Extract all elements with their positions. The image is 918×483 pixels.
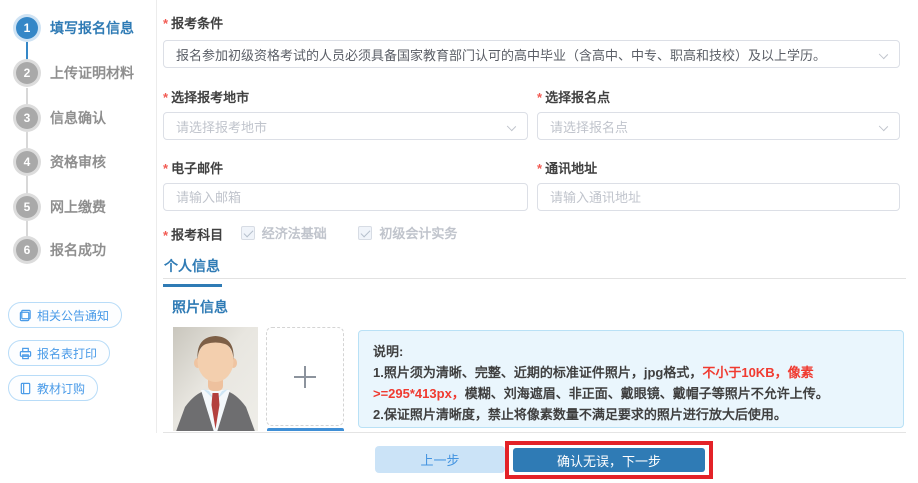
notice-button[interactable]: 相关公告通知 [8,302,122,328]
required-asterisk: * [537,161,542,176]
city-select[interactable]: 请选择报考地市 [163,112,528,140]
site-select-placeholder: 请选择报名点 [550,117,628,136]
step-connector [26,132,28,149]
condition-select-value: 报名参加初级资格考试的人员必须具备国家教育部门认可的高中毕业（含高中、中专、职高… [176,45,826,64]
step-label: 报名成功 [50,240,106,260]
confirm-next-step-button[interactable]: 确认无误，下一步 [513,448,705,472]
photo-section-title: 照片信息 [172,297,228,317]
step-number-badge: 3 [16,107,38,129]
registration-page: 1 填写报名信息 2 上传证明材料 3 信息确认 4 资格审核 5 网上缴费 6… [0,0,918,483]
avatar-portrait-image [173,327,258,431]
site-select[interactable]: 请选择报名点 [537,112,900,140]
step-label: 填写报名信息 [50,18,134,38]
step-label: 资格审核 [50,152,106,172]
city-label: *选择报考地市 [163,87,249,106]
notice-button-label: 相关公告通知 [37,307,109,324]
email-label: *电子邮件 [163,158,223,177]
required-asterisk: * [163,161,168,176]
subject-elementary-accounting: 初级会计实务 [358,223,457,242]
plus-icon [294,366,316,388]
step-number-badge: 1 [16,17,38,39]
content-bottom-divider [163,432,906,433]
chevron-down-icon [507,122,516,131]
step-qualification-review: 4 资格审核 [16,151,106,173]
steps-sidebar: 1 填写报名信息 2 上传证明材料 3 信息确认 4 资格审核 5 网上缴费 6… [0,0,157,433]
city-select-placeholder: 请选择报考地市 [176,117,267,136]
required-asterisk: * [537,90,542,105]
photo-requirements-note: 说明: 1.照片须为清晰、完整、近期的标准证件照片，jpg格式，不小于10KB，… [358,330,904,428]
site-label: *选择报名点 [537,87,610,106]
step-connector [26,88,28,106]
step-connector [26,176,28,194]
condition-label: *报考条件 [163,13,223,32]
subjects-row: *报考科目 经济法基础 初级会计实务 [163,223,457,244]
step-label: 信息确认 [50,108,106,128]
notice-icon [19,309,32,322]
book-button-label: 教材订购 [37,380,85,397]
chevron-down-icon [879,122,888,131]
note-title: 说明: [373,341,889,362]
checkbox-checked-disabled-icon [241,226,255,240]
checkbox-checked-disabled-icon [358,226,372,240]
tab-divider [163,278,906,279]
step-number-badge: 4 [16,151,38,173]
step-label: 网上缴费 [50,197,106,217]
registration-form: *报考条件 报名参加初级资格考试的人员必须具备国家教育部门认可的高中毕业（含高中… [163,0,904,433]
tab-personal-info[interactable]: 个人信息 [163,256,222,287]
subject-economic-law: 经济法基础 [241,223,327,242]
photo-upload-box[interactable] [266,327,344,426]
annotation-highlight-box: 确认无误，下一步 [505,441,713,479]
step-number-badge: 5 [16,196,38,218]
sample-photo [173,327,258,431]
note-line-1: 1.照片须为清晰、完整、近期的标准证件照片，jpg格式，不小于10KB，像素>=… [373,362,889,404]
required-asterisk: * [163,228,168,243]
note-line-2: 2.保证照片清晰度，禁止将像素数量不满足要求的照片进行放大后使用。 [373,404,889,425]
address-input[interactable] [537,183,900,211]
step-number-badge: 6 [16,239,38,261]
upload-button-clipped[interactable] [267,428,344,431]
required-asterisk: * [163,90,168,105]
book-icon [19,382,32,395]
textbook-order-button[interactable]: 教材订购 [8,375,98,401]
step-fill-info: 1 填写报名信息 [16,17,134,39]
email-input[interactable] [163,183,528,211]
address-label: *通讯地址 [537,158,597,177]
step-upload-materials: 2 上传证明材料 [16,62,134,84]
step-connector [26,42,28,62]
step-connector [26,221,28,237]
previous-step-button[interactable]: 上一步 [375,446,505,473]
subject-label: 初级会计实务 [379,223,457,242]
print-form-button[interactable]: 报名表打印 [8,340,110,366]
step-label: 上传证明材料 [50,63,134,83]
required-asterisk: * [163,16,168,31]
print-button-label: 报名表打印 [37,345,97,362]
subject-label: 经济法基础 [262,223,327,242]
printer-icon [19,347,32,360]
step-registration-success: 6 报名成功 [16,239,106,261]
step-online-payment: 5 网上缴费 [16,196,106,218]
step-info-confirm: 3 信息确认 [16,107,106,129]
step-number-badge: 2 [16,62,38,84]
condition-select[interactable]: 报名参加初级资格考试的人员必须具备国家教育部门认可的高中毕业（含高中、中专、职高… [163,40,900,68]
chevron-down-icon [879,50,888,59]
